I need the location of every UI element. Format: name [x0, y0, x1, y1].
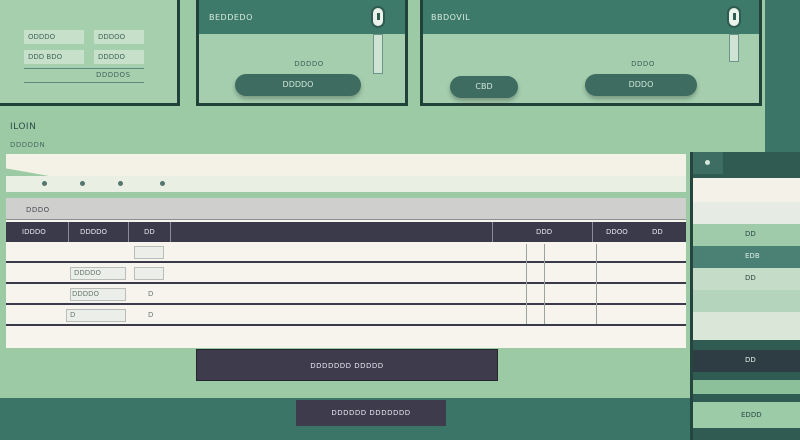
- side-list-item[interactable]: [693, 202, 800, 224]
- dot-icon[interactable]: [42, 181, 47, 186]
- side-list-panel: DD EDB DD DD EDDD: [690, 152, 800, 440]
- caption-text: DDDDOS: [96, 71, 131, 79]
- header-band: [6, 154, 686, 178]
- panel-b-pill-label: DDDO: [631, 60, 655, 68]
- lock-icon[interactable]: [371, 6, 385, 28]
- panel-b-title: BBDOVIL: [431, 13, 471, 22]
- panel-a-title: BEDDEDO: [209, 13, 253, 22]
- filter-chip-4[interactable]: DDDDO: [94, 50, 144, 64]
- column-header[interactable]: DDOO: [606, 222, 628, 242]
- column-divider: [544, 244, 545, 324]
- table-cell-text: D: [148, 290, 154, 298]
- table-section-bar: DDDO: [6, 198, 686, 220]
- secondary-action-button[interactable]: DDDDDD DDDDDDD: [296, 400, 446, 426]
- column-divider: [68, 222, 69, 242]
- side-list-item[interactable]: EDDD: [693, 402, 800, 428]
- side-list-item[interactable]: [693, 380, 800, 394]
- table-row[interactable]: DDDDO: [6, 265, 686, 284]
- panel-b-header: BBDOVIL: [423, 0, 759, 34]
- dot-icon[interactable]: [118, 181, 123, 186]
- dot-icon[interactable]: [80, 181, 85, 186]
- pagination-dots: [6, 176, 686, 192]
- table-cell-text: D: [70, 311, 76, 319]
- panel-b-right-pill[interactable]: DDDO: [585, 74, 697, 96]
- column-divider: [170, 222, 171, 242]
- filter-chip-2[interactable]: DDDOO: [94, 30, 144, 44]
- side-list-item[interactable]: EDB: [693, 246, 800, 268]
- side-list-item[interactable]: [693, 178, 800, 202]
- table-cell[interactable]: [134, 246, 164, 259]
- table-row[interactable]: DDDDO D: [6, 286, 686, 305]
- divider: [24, 68, 144, 69]
- page-subtitle: DDDDDN: [10, 141, 46, 149]
- right-edge-panel: [765, 0, 800, 160]
- side-list-item[interactable]: [693, 290, 800, 312]
- column-header[interactable]: DDDDO: [80, 222, 107, 242]
- top-left-panel: ODDDO DDDOO DDD BDO DDDDO DDDDOS: [0, 0, 180, 106]
- panel-a-header: BEDDEDO: [199, 0, 405, 34]
- filter-chip-3[interactable]: DDD BDO: [24, 50, 84, 64]
- side-list-item[interactable]: DD: [693, 224, 800, 246]
- drag-handle[interactable]: [373, 34, 383, 74]
- table-cell-text: DDDDO: [72, 290, 100, 298]
- side-list-header: [693, 152, 723, 174]
- side-item-label: EDB: [745, 252, 760, 260]
- panel-a-pill-label: DDDDO: [294, 60, 324, 68]
- column-header[interactable]: DD: [652, 222, 663, 242]
- column-header[interactable]: DD: [144, 222, 155, 242]
- filter-chip-1[interactable]: ODDDO: [24, 30, 84, 44]
- primary-action-button[interactable]: DDDDDDD DDDDD: [196, 349, 498, 381]
- column-header[interactable]: DDD: [536, 222, 552, 242]
- divider: [24, 82, 144, 83]
- panel-b: BBDOVIL CBD DDDO DDDO: [420, 0, 762, 106]
- column-divider: [596, 244, 597, 324]
- table-row[interactable]: D D: [6, 307, 686, 326]
- side-list-item[interactable]: [693, 312, 800, 340]
- table-row[interactable]: [6, 244, 686, 263]
- lock-icon[interactable]: [727, 6, 741, 28]
- section-label: DDDO: [26, 206, 50, 214]
- dot-icon[interactable]: [160, 181, 165, 186]
- page-title: ILOIN: [10, 122, 37, 132]
- side-item-label: EDDD: [741, 411, 762, 419]
- side-item-label: DD: [745, 230, 756, 238]
- panel-a-pill-button[interactable]: DDDDO: [235, 74, 361, 96]
- column-divider: [128, 222, 129, 242]
- column-divider: [592, 222, 593, 242]
- table-cell-text: DDDDO: [74, 269, 102, 277]
- side-item-label: DD: [745, 274, 756, 282]
- side-list-item[interactable]: DD: [693, 268, 800, 290]
- drag-handle[interactable]: [729, 34, 739, 62]
- column-header[interactable]: IDDDO: [22, 222, 46, 242]
- data-table: DDDO IDDDO DDDDO DD DDD DDOO DD DDDDO DD…: [6, 198, 686, 348]
- panel-a: BEDDEDO DDDDO DDDDO: [196, 0, 408, 106]
- panel-b-left-pill[interactable]: CBD: [450, 76, 518, 98]
- side-item-label: DD: [745, 356, 756, 364]
- side-list-item[interactable]: DD: [693, 350, 800, 372]
- knob-icon[interactable]: [705, 160, 710, 165]
- table-cell-text: D: [148, 311, 154, 319]
- table-cell[interactable]: [134, 267, 164, 280]
- column-divider: [526, 244, 527, 324]
- table-header: IDDDO DDDDO DD DDD DDOO DD: [6, 222, 686, 242]
- column-divider: [492, 222, 493, 242]
